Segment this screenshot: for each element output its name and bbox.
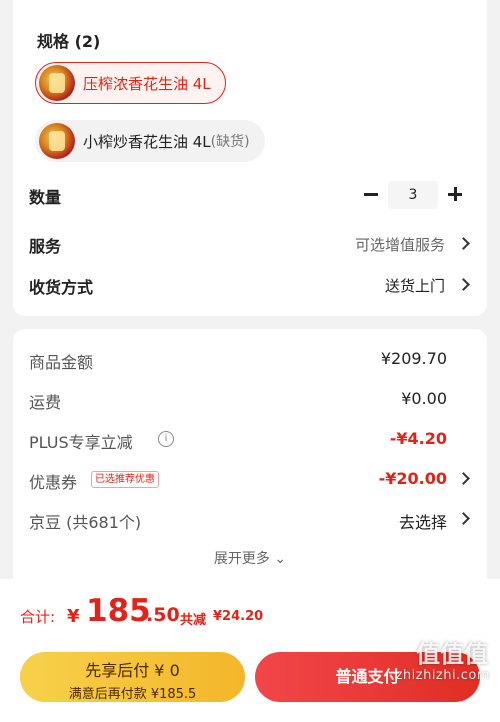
pay-later-button[interactable]: 先享后付 ¥ 0 满意后再付款 ¥185.5 <box>20 652 245 702</box>
quantity-value[interactable]: 3 <box>388 181 438 209</box>
goods-amount-label: 商品金额 <box>29 353 94 372</box>
shipping-value: ¥0.00 <box>401 389 447 408</box>
shipping-label: 运费 <box>29 393 62 412</box>
jingdou-value[interactable]: 去选择 <box>399 509 447 533</box>
coupon-label: 优惠券 <box>29 473 78 492</box>
quantity-minus-button[interactable] <box>361 184 381 204</box>
delivery-value[interactable]: 送货上门 <box>385 275 445 296</box>
service-label: 服务 <box>29 237 62 256</box>
chevron-right-icon[interactable] <box>459 277 469 293</box>
spec-option-selected[interactable]: 压榨浓香花生油 4L <box>35 62 226 104</box>
spec-option-name: 压榨浓香花生油 4L <box>83 74 211 93</box>
chevron-right-icon[interactable] <box>459 511 469 527</box>
coupon-badge: 已选推荐优惠 <box>91 471 159 488</box>
pay-later-subtitle: 满意后再付款 ¥185.5 <box>68 687 197 702</box>
total-discount-value: ¥24.20 <box>213 609 264 624</box>
spec-title: 规格 (2) <box>37 32 101 51</box>
watermark-logo: 值值值 <box>416 640 488 668</box>
watermark-text: zhizhizhi.com <box>395 668 490 683</box>
plus-discount-label: PLUS专享立减 <box>29 433 133 452</box>
service-value[interactable]: 可选增值服务 <box>355 234 445 255</box>
spec-option[interactable]: 小榨炒香花生油 4L (缺货) <box>35 120 265 162</box>
chevron-right-icon[interactable] <box>459 236 469 252</box>
total-currency: ¥ <box>67 606 80 627</box>
product-options-card: 规格 (2) 压榨浓香花生油 4L 小榨炒香花生油 4L (缺货) 数量 3 服… <box>13 0 487 316</box>
total-amount-decimal: .50 <box>146 604 180 626</box>
pay-later-title: 先享后付 ¥ 0 <box>85 661 180 680</box>
total-label: 合计: <box>20 608 56 626</box>
quantity-plus-button[interactable] <box>445 184 465 204</box>
delivery-label: 收货方式 <box>29 278 94 297</box>
spec-option-name: 小榨炒香花生油 4L <box>83 132 211 151</box>
chevron-right-icon[interactable] <box>459 471 469 487</box>
coupon-value[interactable]: -¥20.00 <box>379 469 447 488</box>
jingdou-label: 京豆 (共681个) <box>29 513 142 532</box>
product-thumbnail <box>39 65 75 101</box>
total-amount-integer: 185 <box>86 593 151 629</box>
goods-amount-value: ¥209.70 <box>380 349 447 368</box>
quantity-label: 数量 <box>29 188 62 207</box>
expand-more-link[interactable]: 展开更多 ⌄ <box>13 548 487 568</box>
out-of-stock-label: (缺货) <box>210 134 250 150</box>
info-icon[interactable]: i <box>158 431 174 447</box>
product-thumbnail <box>39 123 75 159</box>
price-breakdown-card: 商品金额 ¥209.70 运费 ¥0.00 PLUS专享立减 i -¥4.20 … <box>13 329 487 579</box>
plus-discount-value: -¥4.20 <box>389 429 447 448</box>
total-discount-label: 共减 <box>180 613 207 628</box>
